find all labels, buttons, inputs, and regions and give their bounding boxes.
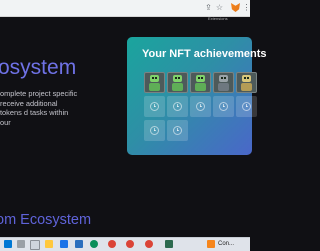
browser-toolbar: ⇪ ☆ ⋮ — [0, 0, 251, 17]
edge-icon[interactable] — [75, 240, 83, 248]
extension-label: Extensions — [208, 16, 228, 21]
section-title: om Ecosystem — [0, 212, 92, 228]
nft-badge[interactable] — [213, 72, 234, 93]
file-explorer-icon[interactable] — [45, 240, 53, 248]
search-icon[interactable] — [17, 240, 25, 248]
locked-badge[interactable] — [167, 96, 188, 117]
star-icon[interactable]: ☆ — [215, 3, 224, 12]
clock-icon — [242, 102, 251, 111]
clock-icon — [173, 102, 182, 111]
clock-icon — [219, 102, 228, 111]
locked-badge[interactable] — [213, 96, 234, 117]
media-icon[interactable] — [165, 240, 173, 248]
nft-badge[interactable] — [144, 72, 165, 93]
robot-icon — [242, 75, 251, 82]
task-view-icon[interactable] — [30, 240, 40, 250]
nft-badge[interactable] — [236, 72, 257, 93]
menu-icon[interactable]: ⋮ — [242, 3, 251, 12]
nft-badge[interactable] — [190, 72, 211, 93]
robot-icon — [173, 75, 182, 82]
clock-icon — [150, 126, 159, 135]
robot-icon — [219, 75, 228, 82]
robot-icon — [196, 75, 205, 82]
locked-badge[interactable] — [236, 96, 257, 117]
locked-badge[interactable] — [144, 120, 165, 141]
clock-icon — [173, 126, 182, 135]
share-icon[interactable]: ⇪ — [204, 3, 213, 12]
nft-badge[interactable] — [167, 72, 188, 93]
clock-icon — [150, 102, 159, 111]
metamask-fox-icon[interactable] — [231, 3, 240, 12]
hero-description: omplete project specific receive additio… — [0, 89, 78, 127]
hero-title: osystem — [0, 56, 77, 79]
locked-badge[interactable] — [190, 96, 211, 117]
locked-badge[interactable] — [144, 96, 165, 117]
achievements-title: Your NFT achievements — [142, 48, 267, 60]
windows-taskbar: Con... — [0, 237, 250, 251]
mail-icon[interactable] — [60, 240, 68, 248]
metamask-fox-icon[interactable] — [207, 240, 215, 248]
chrome-icon[interactable] — [145, 240, 153, 248]
locked-badge[interactable] — [167, 120, 188, 141]
start-icon[interactable] — [4, 240, 12, 248]
chrome-icon[interactable] — [126, 240, 134, 248]
robot-icon — [150, 75, 159, 82]
chrome-icon[interactable] — [108, 240, 116, 248]
taskbar-window-label[interactable]: Con... — [218, 241, 234, 247]
clock-icon — [196, 102, 205, 111]
edge-icon[interactable] — [90, 240, 98, 248]
